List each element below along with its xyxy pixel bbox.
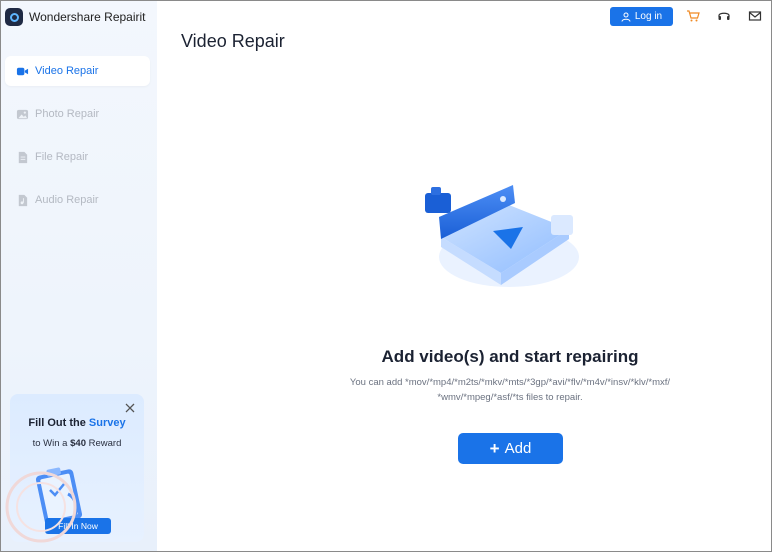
close-icon[interactable] [124,402,136,414]
page-title: Video Repair [181,31,285,51]
app-window: Wondershare Repairit Video Repair Photo … [0,0,772,552]
cart-icon[interactable] [686,9,700,23]
survey-title-text: Fill Out the [28,417,89,429]
app-name: Wondershare Repairit [29,10,146,24]
add-button[interactable]: + Add [458,433,563,464]
fill-in-now-button[interactable]: Fill In Now [45,518,111,534]
audio-icon [18,194,28,206]
sidebar-item-audio-repair[interactable]: Audio Repair [5,185,150,215]
sidebar-nav: Video Repair Photo Repair File Repair Au… [5,56,150,228]
survey-subtitle-suffix: Reward [85,438,122,449]
file-icon [18,151,28,163]
plus-icon: + [489,439,500,458]
sidebar-item-file-repair[interactable]: File Repair [5,142,150,172]
sidebar-item-label: Photo Repair [35,108,100,120]
main-headline: Add video(s) and start repairing [381,347,639,366]
supported-formats-text: You can add *mov/*mp4/*m2ts/*mkv/*mts/*3… [291,375,729,405]
sidebar-item-video-repair[interactable]: Video Repair [5,56,150,86]
formats-line-2: *wmv/*mpeg/*asf/*ts files to repair. [437,392,583,403]
survey-subtitle-text: to Win a [32,438,71,449]
login-label: Log in [634,11,663,22]
sidebar: Wondershare Repairit Video Repair Photo … [1,1,157,551]
photo-icon [16,109,29,119]
login-button[interactable]: Log in [610,7,673,26]
user-icon [621,12,631,22]
headset-icon[interactable] [717,9,731,23]
survey-title: Fill Out the Survey [10,417,144,429]
survey-reward-amount: $40 [70,438,86,449]
mail-icon[interactable] [748,9,762,23]
app-title-bar: Wondershare Repairit [5,7,146,27]
video-repair-illustration-icon [425,185,579,287]
sidebar-item-label: Audio Repair [35,194,99,206]
app-logo-icon [5,8,23,26]
sidebar-item-label: Video Repair [35,65,99,77]
survey-title-highlight: Survey [88,417,126,429]
video-icon [16,67,29,75]
survey-card: Fill Out the Survey to Win a $40 Reward … [10,394,144,542]
sidebar-item-photo-repair[interactable]: Photo Repair [5,99,150,129]
survey-subtitle: to Win a $40 Reward [10,438,144,449]
sidebar-item-label: File Repair [35,151,89,163]
add-label: Add [504,440,532,457]
formats-line-1: You can add *mov/*mp4/*m2ts/*mkv/*mts/*3… [349,377,671,388]
